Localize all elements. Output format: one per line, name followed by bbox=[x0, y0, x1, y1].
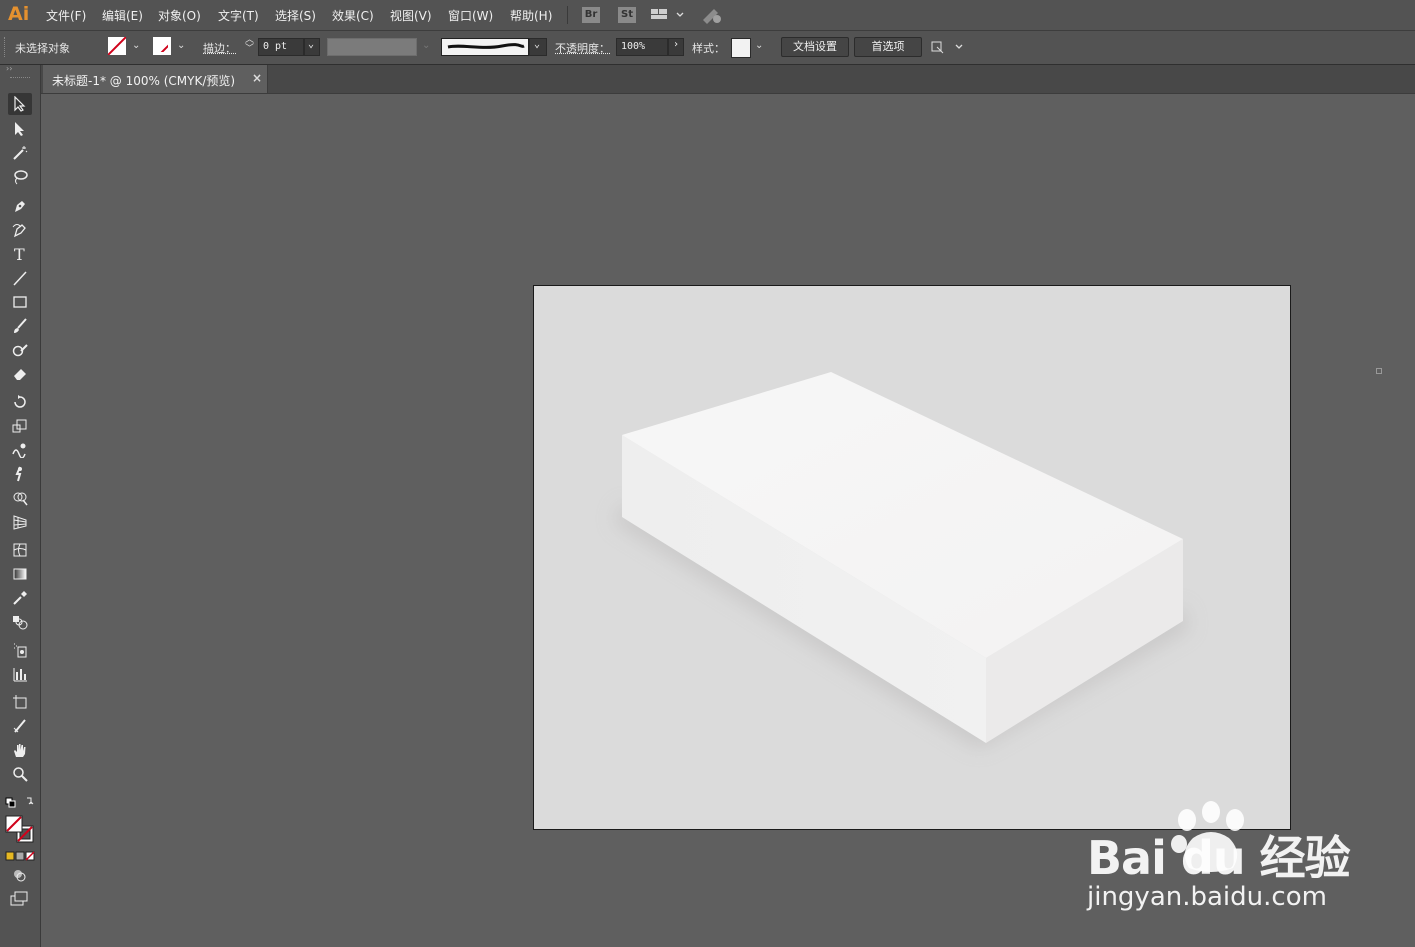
opacity-input[interactable]: 100% bbox=[616, 38, 668, 56]
tools-panel: ›› T bbox=[0, 65, 41, 947]
chevron-down-icon[interactable]: ⌄ bbox=[755, 40, 763, 51]
brush-stroke-preview bbox=[447, 43, 525, 49]
app-logo: Ai bbox=[8, 3, 30, 25]
stock-button[interactable]: St bbox=[618, 7, 636, 23]
menu-divider bbox=[567, 6, 568, 24]
svg-text:T: T bbox=[14, 246, 25, 262]
style-label: 样式： bbox=[692, 42, 725, 55]
pen-tool-icon[interactable] bbox=[8, 195, 32, 217]
column-graph-tool-icon[interactable] bbox=[8, 663, 32, 685]
workspace-layout-icon[interactable] bbox=[650, 7, 688, 23]
color-mode-icons[interactable] bbox=[5, 850, 37, 862]
chevron-down-icon[interactable]: ⌄ bbox=[304, 38, 320, 56]
puppet-warp-tool-icon[interactable] bbox=[8, 463, 32, 485]
bridge-button[interactable]: Br bbox=[582, 7, 600, 23]
menu-type[interactable]: 文字(T) bbox=[218, 7, 259, 24]
chevron-down-icon[interactable]: ⌄ bbox=[132, 40, 140, 51]
document-setup-button[interactable]: 文档设置 bbox=[781, 37, 849, 57]
hand-tool-icon[interactable] bbox=[8, 739, 32, 761]
fill-swatch[interactable] bbox=[108, 37, 126, 55]
document-tab[interactable]: 未标题-1* @ 100% (CMYK/预览) × bbox=[43, 65, 268, 93]
chevron-down-icon[interactable]: ⌄ bbox=[177, 40, 185, 51]
selection-status: 未选择对象 bbox=[15, 42, 70, 55]
type-tool-icon[interactable]: T bbox=[8, 243, 32, 265]
stroke-swatch[interactable] bbox=[153, 37, 171, 55]
default-colors-icon[interactable] bbox=[5, 795, 37, 809]
menu-bar: Ai 文件(F) 编辑(E) 对象(O) 文字(T) 选择(S) 效果(C) 视… bbox=[0, 0, 1415, 31]
control-bar: 未选择对象 ⌄ ⌄ 描边： ︿ ﹀ 0 pt ⌄ ⌄ ⌄ 不透明度： 100% ›… bbox=[0, 31, 1415, 65]
opacity-label[interactable]: 不透明度： bbox=[555, 40, 610, 56]
magic-wand-tool-icon[interactable] bbox=[8, 142, 32, 164]
lasso-tool-icon[interactable] bbox=[8, 166, 32, 188]
menu-view[interactable]: 视图(V) bbox=[390, 7, 432, 24]
symbol-sprayer-tool-icon[interactable] bbox=[8, 639, 32, 661]
preferences-button[interactable]: 首选项 bbox=[854, 37, 922, 57]
close-icon[interactable]: × bbox=[252, 71, 262, 85]
chevron-down-icon[interactable]: ⌄ bbox=[529, 38, 547, 56]
fill-stroke-swatch-icon[interactable] bbox=[5, 815, 37, 845]
grip-handle[interactable] bbox=[4, 37, 8, 57]
document-tab-title: 未标题-1* @ 100% (CMYK/预览) bbox=[52, 74, 236, 88]
eyedropper-tool-icon[interactable] bbox=[8, 587, 32, 609]
stroke-label[interactable]: 描边： bbox=[203, 40, 236, 56]
shaper-tool-icon[interactable] bbox=[8, 339, 32, 361]
zoom-tool-icon[interactable] bbox=[8, 763, 32, 785]
menu-window[interactable]: 窗口(W) bbox=[448, 7, 493, 24]
screen-mode-icon[interactable] bbox=[10, 891, 30, 907]
gpu-performance-icon[interactable] bbox=[700, 5, 724, 25]
document-tab-bar: 未标题-1* @ 100% (CMYK/预览) × bbox=[41, 65, 1415, 94]
baidu-watermark: Bai du 经验 jingyan.baidu.com bbox=[1083, 800, 1353, 920]
panel-grip[interactable] bbox=[10, 77, 30, 81]
arrange-documents-icon[interactable] bbox=[930, 39, 966, 57]
chevron-down-icon: ⌄ bbox=[422, 40, 431, 51]
box-illustration bbox=[614, 372, 1189, 748]
graphic-style-swatch[interactable] bbox=[731, 38, 751, 58]
line-segment-tool-icon[interactable] bbox=[8, 267, 32, 289]
chevron-right-icon[interactable]: › bbox=[668, 38, 684, 56]
selection-tool-icon[interactable] bbox=[8, 93, 32, 115]
stroke-stepper-icon[interactable]: ︿ ﹀ bbox=[245, 36, 254, 54]
eraser-tool-icon[interactable] bbox=[8, 363, 32, 385]
canvas-anchor-marker bbox=[1376, 368, 1382, 374]
scale-tool-icon[interactable] bbox=[8, 415, 32, 437]
rotate-tool-icon[interactable] bbox=[8, 391, 32, 413]
menu-select[interactable]: 选择(S) bbox=[275, 7, 316, 24]
slice-tool-icon[interactable] bbox=[8, 715, 32, 737]
baidu-url-text: jingyan.baidu.com bbox=[1087, 882, 1327, 912]
stroke-weight-input[interactable]: 0 pt bbox=[258, 38, 304, 56]
mesh-tool-icon[interactable] bbox=[8, 539, 32, 561]
blend-tool-icon[interactable] bbox=[8, 611, 32, 633]
shape-builder-tool-icon[interactable] bbox=[8, 487, 32, 509]
panel-collapse-icon[interactable]: ›› bbox=[6, 65, 34, 73]
gradient-tool-icon[interactable] bbox=[8, 563, 32, 585]
brush-definition[interactable] bbox=[441, 38, 529, 56]
drawing-mode-icon[interactable] bbox=[12, 868, 28, 884]
menu-help[interactable]: 帮助(H) bbox=[510, 7, 552, 24]
direct-selection-tool-icon[interactable] bbox=[8, 118, 32, 140]
baidu-brand-text: Bai du 经验 bbox=[1087, 831, 1351, 885]
menu-file[interactable]: 文件(F) bbox=[46, 7, 86, 24]
curvature-tool-icon[interactable] bbox=[8, 219, 32, 241]
artboard[interactable] bbox=[533, 285, 1291, 830]
perspective-grid-tool-icon[interactable] bbox=[8, 511, 32, 533]
variable-width-profile[interactable] bbox=[327, 38, 417, 56]
menu-effect[interactable]: 效果(C) bbox=[332, 7, 374, 24]
artboard-tool-icon[interactable] bbox=[8, 691, 32, 713]
paintbrush-tool-icon[interactable] bbox=[8, 315, 32, 337]
warp-tool-icon[interactable] bbox=[8, 439, 32, 461]
rectangle-tool-icon[interactable] bbox=[8, 291, 32, 313]
menu-edit[interactable]: 编辑(E) bbox=[102, 7, 143, 24]
menu-object[interactable]: 对象(O) bbox=[158, 7, 201, 24]
